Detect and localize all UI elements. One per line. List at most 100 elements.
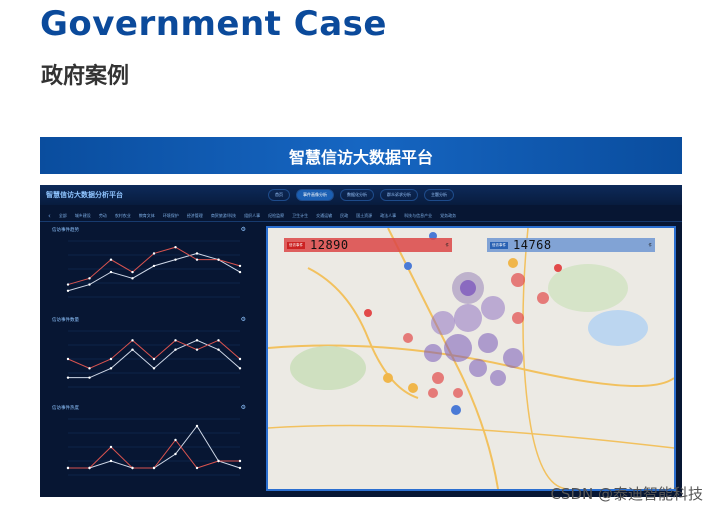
- data-point: [217, 339, 220, 342]
- map-marker: [383, 373, 393, 383]
- map-hotspot: [511, 273, 525, 287]
- map-cluster: [460, 280, 476, 296]
- data-point: [109, 367, 113, 370]
- data-point: [66, 289, 70, 292]
- top-tab-demand-analysis[interactable]: 群众诉求分析: [380, 189, 418, 201]
- nav-item[interactable]: 全部: [59, 213, 67, 219]
- data-point: [66, 376, 70, 379]
- top-tab-data-analysis[interactable]: 数据化分析: [340, 189, 374, 201]
- data-point: [88, 283, 91, 286]
- map-hotspot: [537, 292, 549, 304]
- map-marker: [408, 383, 418, 393]
- dashboard-top-tabs: 首页 事件画像分析 数据化分析 群众诉求分析 主题分析: [268, 189, 454, 201]
- data-point: [152, 367, 156, 370]
- nav-item[interactable]: 环境保护: [163, 213, 179, 219]
- data-point: [238, 357, 242, 361]
- top-tab-home[interactable]: 首页: [268, 189, 290, 201]
- trend-panel-1: 信访事件趋势 ⚙: [48, 226, 248, 309]
- map-cluster: [454, 304, 482, 332]
- panel-settings-icon[interactable]: ⚙: [241, 404, 246, 411]
- nav-item[interactable]: 农村农业: [115, 213, 131, 219]
- trend-panel-3: 信访事件热度 ⚙: [48, 404, 248, 487]
- data-point: [66, 466, 70, 470]
- data-point: [152, 252, 156, 255]
- nav-item[interactable]: 纪检监察: [268, 213, 284, 219]
- data-point: [109, 459, 113, 463]
- map-marker: [404, 262, 412, 270]
- heat-map[interactable]: 信访事件 12890 件 信访事件 14768 件: [266, 226, 676, 491]
- data-point: [238, 367, 242, 370]
- nav-left-arrow-icon[interactable]: ‹: [48, 212, 51, 220]
- map-cluster: [444, 334, 472, 362]
- map-cluster: [478, 333, 498, 353]
- stat-unit: 件: [648, 242, 653, 247]
- map-cluster: [490, 370, 506, 386]
- dashboard-title: 智慧信访大数据分析平台: [46, 191, 123, 199]
- data-point: [152, 466, 156, 470]
- map-hotspot: [403, 333, 413, 343]
- page: Government Case 政府案例 智慧信访大数据平台 智慧信访大数据分析…: [0, 0, 718, 513]
- nav-item[interactable]: 商贸旅游/科技: [211, 213, 236, 219]
- top-tab-theme-analysis[interactable]: 主题分析: [424, 189, 454, 201]
- data-point: [174, 258, 177, 261]
- nav-item[interactable]: 卫生计生: [292, 213, 308, 219]
- data-point: [109, 258, 113, 261]
- map-hotspot: [554, 264, 562, 272]
- map-hotspot: [432, 372, 444, 384]
- data-point: [109, 270, 113, 274]
- data-point: [174, 246, 177, 249]
- trend-panel-2: 信访事件数量 ⚙: [48, 316, 248, 399]
- series-line-a: [67, 339, 241, 369]
- map-cluster: [481, 296, 505, 320]
- data-point: [131, 348, 134, 351]
- nav-item[interactable]: 民政: [340, 213, 348, 219]
- stat-total-events: 信访事件 12890 件: [284, 238, 452, 252]
- nav-item[interactable]: 经济管理: [187, 213, 203, 219]
- section-banner: 智慧信访大数据平台: [40, 137, 682, 174]
- data-point: [195, 252, 199, 255]
- nav-item[interactable]: 政法人事: [380, 213, 396, 219]
- nav-item[interactable]: 科技与信息产业: [404, 213, 432, 219]
- series-line-b: [67, 252, 241, 292]
- panel-line-chart: [66, 418, 242, 476]
- nav-item[interactable]: 交通运输: [316, 213, 332, 219]
- data-point: [109, 445, 113, 449]
- nav-item[interactable]: 国土资源: [356, 213, 372, 219]
- map-hotspot: [453, 388, 463, 398]
- map-green-area: [290, 346, 366, 390]
- data-point: [109, 357, 113, 361]
- nav-item[interactable]: 党务政务: [440, 213, 456, 219]
- data-point: [238, 264, 242, 268]
- data-point: [88, 277, 91, 280]
- data-point: [217, 258, 220, 261]
- map-cluster: [431, 311, 455, 335]
- panel-settings-icon[interactable]: ⚙: [241, 226, 246, 233]
- nav-item[interactable]: 组织人事: [244, 213, 260, 219]
- nav-item[interactable]: 城乡建设: [75, 213, 91, 219]
- data-point: [195, 348, 199, 351]
- data-point: [174, 438, 177, 442]
- nav-item[interactable]: 教育文体: [139, 213, 155, 219]
- map-hotspot: [364, 309, 372, 317]
- data-point: [66, 357, 70, 361]
- stat-value: 14768: [513, 238, 552, 252]
- stat-unit: 件: [445, 242, 450, 247]
- panel-title: 信访事件数量: [52, 318, 79, 323]
- data-point: [66, 283, 70, 286]
- data-point: [217, 459, 220, 463]
- map-marker: [451, 405, 461, 415]
- panel-line-chart: [66, 330, 242, 388]
- watermark: CSDN @泰迪智能科技: [550, 485, 703, 503]
- data-point: [88, 367, 91, 370]
- data-point: [174, 348, 177, 351]
- nav-item[interactable]: 劳动: [99, 213, 107, 219]
- data-point: [238, 466, 242, 470]
- data-point: [174, 339, 177, 342]
- data-point: [88, 466, 91, 470]
- panel-settings-icon[interactable]: ⚙: [241, 316, 246, 323]
- data-point: [174, 452, 177, 456]
- data-point: [152, 357, 156, 361]
- top-tab-event-profile[interactable]: 事件画像分析: [296, 189, 334, 201]
- heading-chinese: 政府案例: [41, 64, 130, 89]
- data-point: [217, 348, 220, 351]
